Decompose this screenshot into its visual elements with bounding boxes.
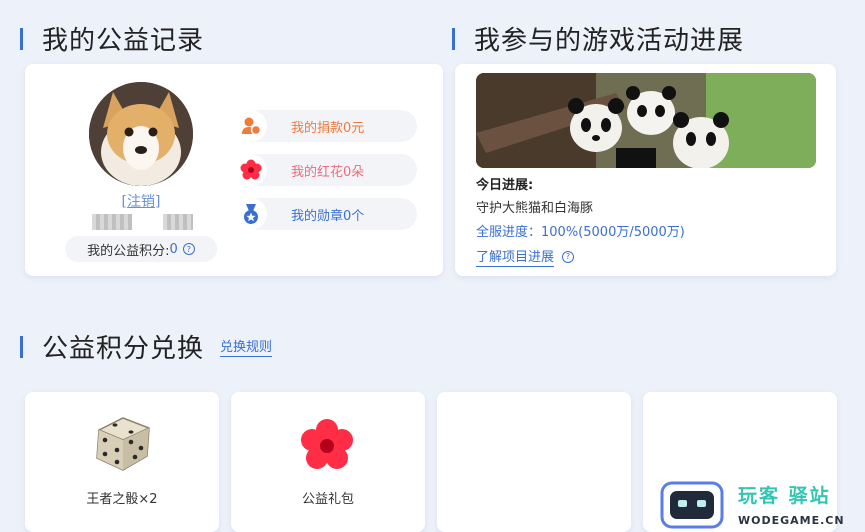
exchange-item-label: 王者之骰×2 — [86, 492, 158, 507]
donation-stat[interactable]: 我的捐款0元 — [235, 110, 417, 142]
points-value: 0 — [169, 241, 178, 257]
panda-banner-image[interactable] — [476, 73, 816, 168]
activity-section-title: 我参与的游戏活动进展 — [452, 20, 744, 57]
section-marker — [20, 27, 23, 50]
flower-stat[interactable]: 我的红花0朵 — [235, 154, 417, 186]
points-label: 我的公益积分: — [87, 243, 170, 259]
exchange-item-label: 公益礼包 — [301, 492, 354, 507]
blurred-username — [92, 214, 132, 230]
today-progress-label: 今日进展: — [476, 178, 534, 193]
exchange-item-dice[interactable]: 王者之骰×2 — [25, 392, 219, 532]
donate-icon — [235, 110, 267, 142]
points-box: 我的公益积分: 0 ? — [65, 236, 217, 262]
flower-label: 我的红花0朵 — [291, 164, 365, 180]
medal-stat[interactable]: 我的勋章0个 — [235, 198, 417, 230]
help-icon[interactable]: ? — [562, 250, 575, 263]
records-title: 我的公益记录 — [42, 26, 205, 56]
watermark-url: WODEGAME.CN — [738, 514, 845, 527]
records-section-title: 我的公益记录 — [20, 20, 204, 57]
section-marker — [20, 335, 23, 358]
watermark-brand: 玩客 驿站 — [738, 485, 831, 507]
exchange-rules-link[interactable]: 兑换规则 — [220, 336, 273, 357]
project-detail-link[interactable]: 了解项目进展 — [476, 246, 555, 267]
exchange-section-title: 公益积分兑换 兑换规则 — [20, 328, 273, 365]
project-name: 守护大熊猫和白海豚 — [476, 201, 594, 216]
section-marker — [452, 27, 455, 50]
avatar[interactable] — [89, 82, 193, 186]
exchange-title: 公益积分兑换 — [42, 334, 205, 364]
activity-title: 我参与的游戏活动进展 — [474, 26, 745, 56]
logout-link[interactable]: [注销] — [25, 191, 257, 211]
watermark: 玩客 驿站 WODEGAME.CN — [660, 476, 865, 532]
robot-logo-icon — [660, 481, 724, 529]
server-progress-label: 全服进度： — [476, 225, 542, 240]
blurred-username-2 — [163, 214, 193, 230]
red-flower-icon — [299, 418, 355, 478]
red-flower-icon — [235, 154, 267, 186]
records-card: [注销] 我的公益积分: 0 ? 我的捐款0元 我的红花0朵 我的勋章0个 — [25, 64, 443, 276]
medal-icon — [235, 198, 267, 230]
server-progress: 全服进度：100%(5000万/5000万) — [476, 221, 685, 240]
exchange-item-gift[interactable]: 公益礼包 — [231, 392, 425, 532]
help-icon[interactable]: ? — [182, 243, 195, 255]
medal-label: 我的勋章0个 — [291, 208, 365, 224]
exchange-item-empty[interactable] — [437, 392, 631, 532]
donation-label: 我的捐款0元 — [291, 120, 365, 136]
server-progress-value: 100%(5000万/5000万) — [541, 225, 685, 240]
project-detail-row: 了解项目进展 ? — [476, 246, 575, 267]
activity-card: 今日进展: 守护大熊猫和白海豚 全服进度：100%(5000万/5000万) 了… — [455, 64, 836, 276]
dice-icon — [89, 410, 155, 480]
